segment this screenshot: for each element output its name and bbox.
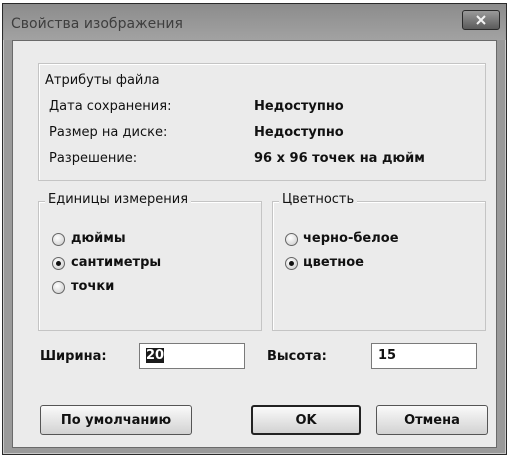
radio-monochrome[interactable] bbox=[285, 233, 298, 246]
radio-points[interactable] bbox=[52, 281, 65, 294]
resolution-value: 96 x 96 точек на дюйм bbox=[254, 151, 425, 166]
date-saved-value: Недоступно bbox=[254, 99, 344, 114]
radio-points-label[interactable]: точки bbox=[71, 279, 114, 294]
close-button[interactable] bbox=[462, 10, 500, 30]
units-heading: Единицы измерения bbox=[45, 192, 192, 207]
resolution-label: Разрешение: bbox=[49, 151, 138, 166]
title-bar[interactable]: Свойства изображения bbox=[3, 4, 506, 40]
image-properties-dialog: Свойства изображения Атрибуты файла Дата… bbox=[2, 3, 507, 455]
dialog-body: Атрибуты файла Дата сохранения: Недоступ… bbox=[12, 40, 497, 448]
cancel-button[interactable]: Отмена bbox=[376, 405, 488, 435]
disk-size-value: Недоступно bbox=[254, 125, 344, 140]
radio-inches[interactable] bbox=[52, 233, 65, 246]
window-title: Свойства изображения bbox=[11, 16, 183, 32]
radio-centimeters[interactable] bbox=[52, 257, 65, 270]
radio-inches-label[interactable]: дюймы bbox=[71, 231, 126, 246]
disk-size-label: Размер на диске: bbox=[49, 125, 168, 140]
radio-color-label[interactable]: цветное bbox=[303, 255, 364, 270]
height-label: Высота: bbox=[267, 349, 327, 364]
file-attributes-heading: Атрибуты файла bbox=[45, 73, 160, 88]
date-saved-label: Дата сохранения: bbox=[49, 99, 172, 114]
width-value: 20 bbox=[146, 348, 165, 363]
defaults-button[interactable]: По умолчанию bbox=[40, 405, 192, 435]
height-value: 15 bbox=[378, 348, 397, 363]
color-heading: Цветность bbox=[279, 192, 358, 207]
width-field[interactable]: 20 bbox=[139, 343, 245, 369]
close-icon bbox=[476, 15, 486, 25]
height-field[interactable]: 15 bbox=[371, 343, 477, 369]
ok-button[interactable]: OK bbox=[251, 405, 361, 435]
radio-centimeters-label[interactable]: сантиметры bbox=[71, 255, 161, 270]
width-label: Ширина: bbox=[40, 349, 107, 364]
radio-monochrome-label[interactable]: черно-белое bbox=[303, 231, 399, 246]
radio-color[interactable] bbox=[285, 257, 298, 270]
